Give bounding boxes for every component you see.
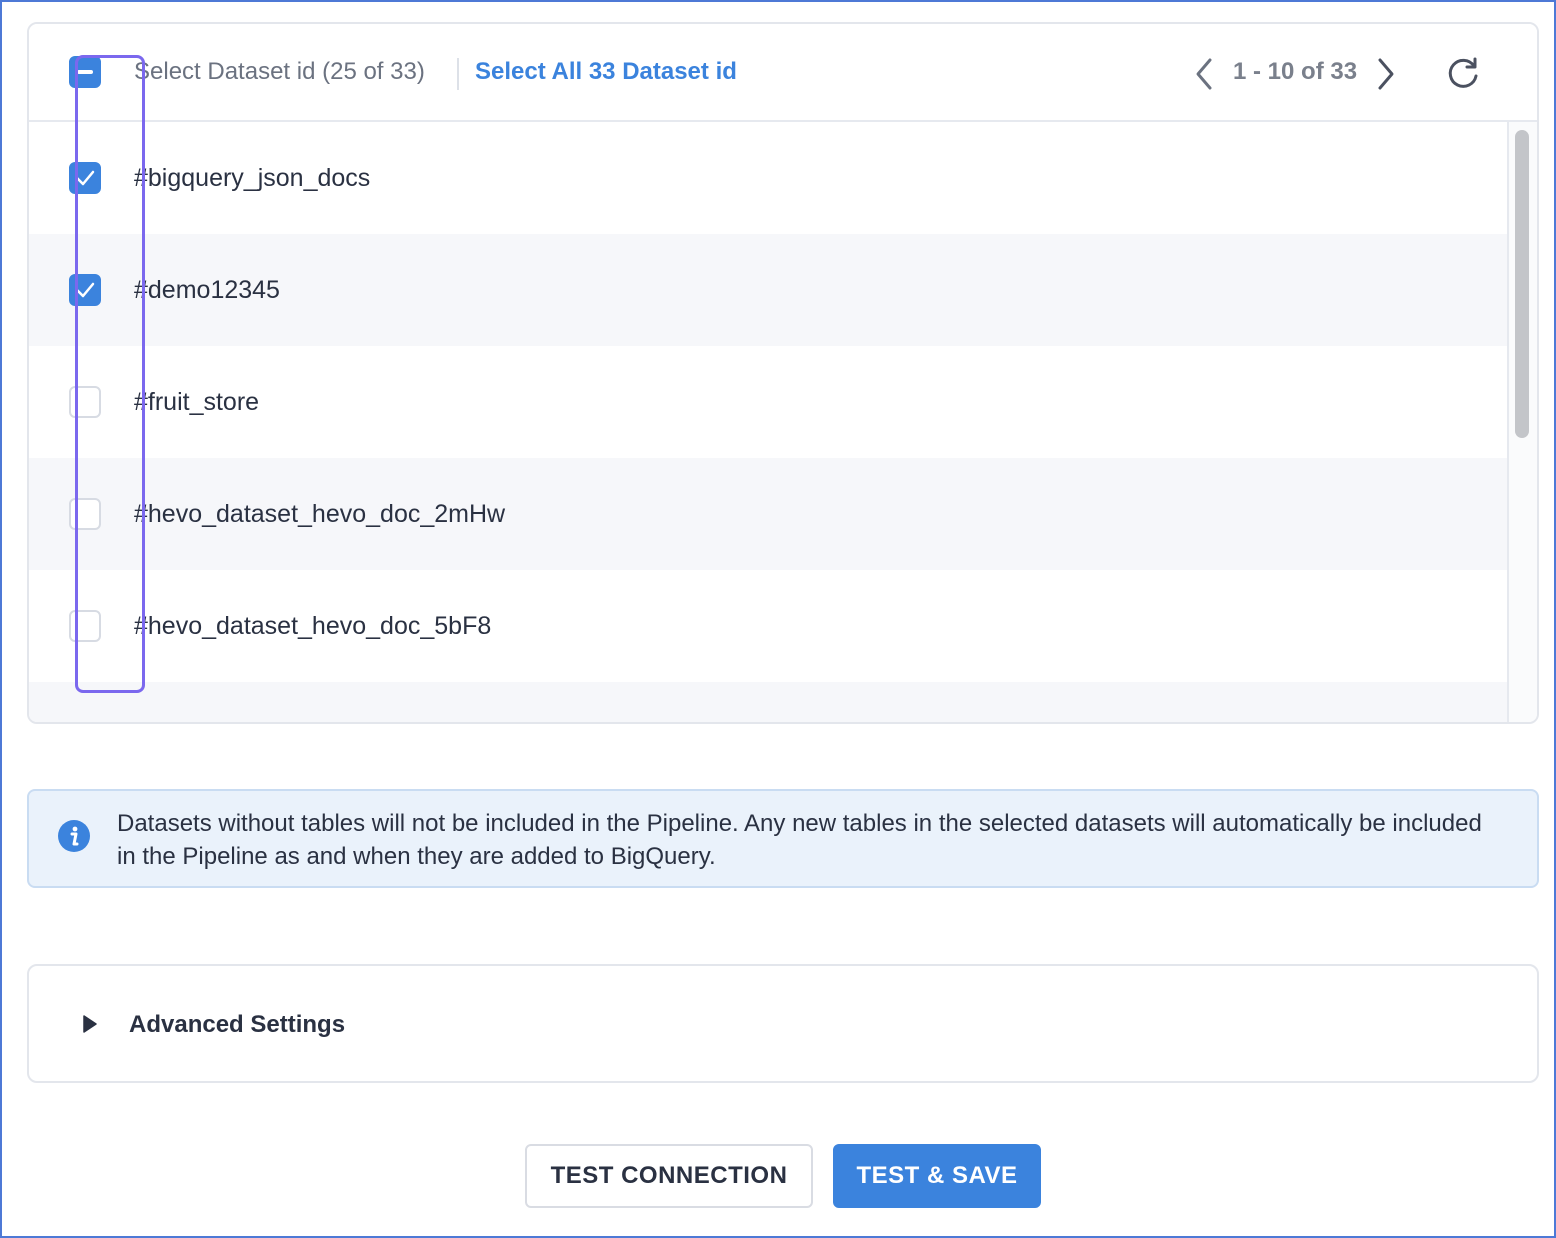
dataset-name: #hevo_dataset_hevo_doc_2mHw bbox=[134, 500, 506, 528]
checkmark-icon bbox=[75, 170, 95, 186]
test-connection-button[interactable]: TEST CONNECTION bbox=[525, 1144, 813, 1208]
chevron-right-icon[interactable] bbox=[1373, 56, 1399, 97]
dataset-checkbox[interactable] bbox=[69, 274, 101, 306]
list-item[interactable]: #hevo_dataset_hevo_doc_2mHw bbox=[29, 458, 1509, 570]
test-and-save-button[interactable]: TEST & SAVE bbox=[833, 1144, 1041, 1208]
caret-right-icon bbox=[81, 1014, 99, 1039]
list-item[interactable]: #fruit_store bbox=[29, 346, 1509, 458]
chevron-left-icon[interactable] bbox=[1191, 56, 1217, 97]
select-all-link[interactable]: Select All 33 Dataset id bbox=[475, 58, 737, 86]
dataset-name: #fruit_store bbox=[134, 388, 260, 416]
dataset-name: #hevo_dataset_hevo_doc_5bF8 bbox=[134, 612, 492, 640]
panel-header: Select Dataset id (25 of 33) Select All … bbox=[29, 24, 1537, 122]
selection-count-label: Select Dataset id (25 of 33) bbox=[134, 58, 425, 85]
list-scrollbar[interactable] bbox=[1507, 122, 1537, 722]
checkmark-icon bbox=[75, 282, 95, 298]
dataset-name: #bigquery_json_docs bbox=[134, 164, 371, 192]
dataset-checkbox[interactable] bbox=[69, 610, 101, 642]
dataset-selection-panel: Select Dataset id (25 of 33) Select All … bbox=[27, 22, 1539, 724]
dataset-name: #demo12345 bbox=[134, 276, 280, 304]
pagination-range: 1 - 10 of 33 bbox=[1233, 58, 1358, 85]
info-banner: Datasets without tables will not be incl… bbox=[27, 789, 1539, 888]
list-item[interactable]: #bigquery_json_docs bbox=[29, 122, 1509, 234]
advanced-settings-toggle[interactable]: Advanced Settings bbox=[27, 964, 1539, 1083]
select-all-checkbox[interactable] bbox=[69, 56, 101, 88]
scrollbar-thumb[interactable] bbox=[1515, 130, 1529, 438]
dataset-checkbox[interactable] bbox=[69, 498, 101, 530]
advanced-settings-label: Advanced Settings bbox=[129, 1011, 346, 1038]
info-message: Datasets without tables will not be incl… bbox=[117, 810, 1482, 870]
refresh-icon[interactable] bbox=[1443, 54, 1483, 99]
list-item[interactable]: #demo12345 bbox=[29, 234, 1509, 346]
info-icon bbox=[57, 819, 91, 858]
list-item-partial bbox=[29, 682, 1509, 722]
dataset-checkbox[interactable] bbox=[69, 386, 101, 418]
dataset-list: #bigquery_json_docs #demo12345 #fruit_st… bbox=[29, 122, 1509, 722]
header-divider bbox=[457, 58, 459, 90]
list-item[interactable]: #hevo_dataset_hevo_doc_5bF8 bbox=[29, 570, 1509, 682]
dataset-checkbox[interactable] bbox=[69, 162, 101, 194]
page-frame: Select Dataset id (25 of 33) Select All … bbox=[0, 0, 1556, 1238]
